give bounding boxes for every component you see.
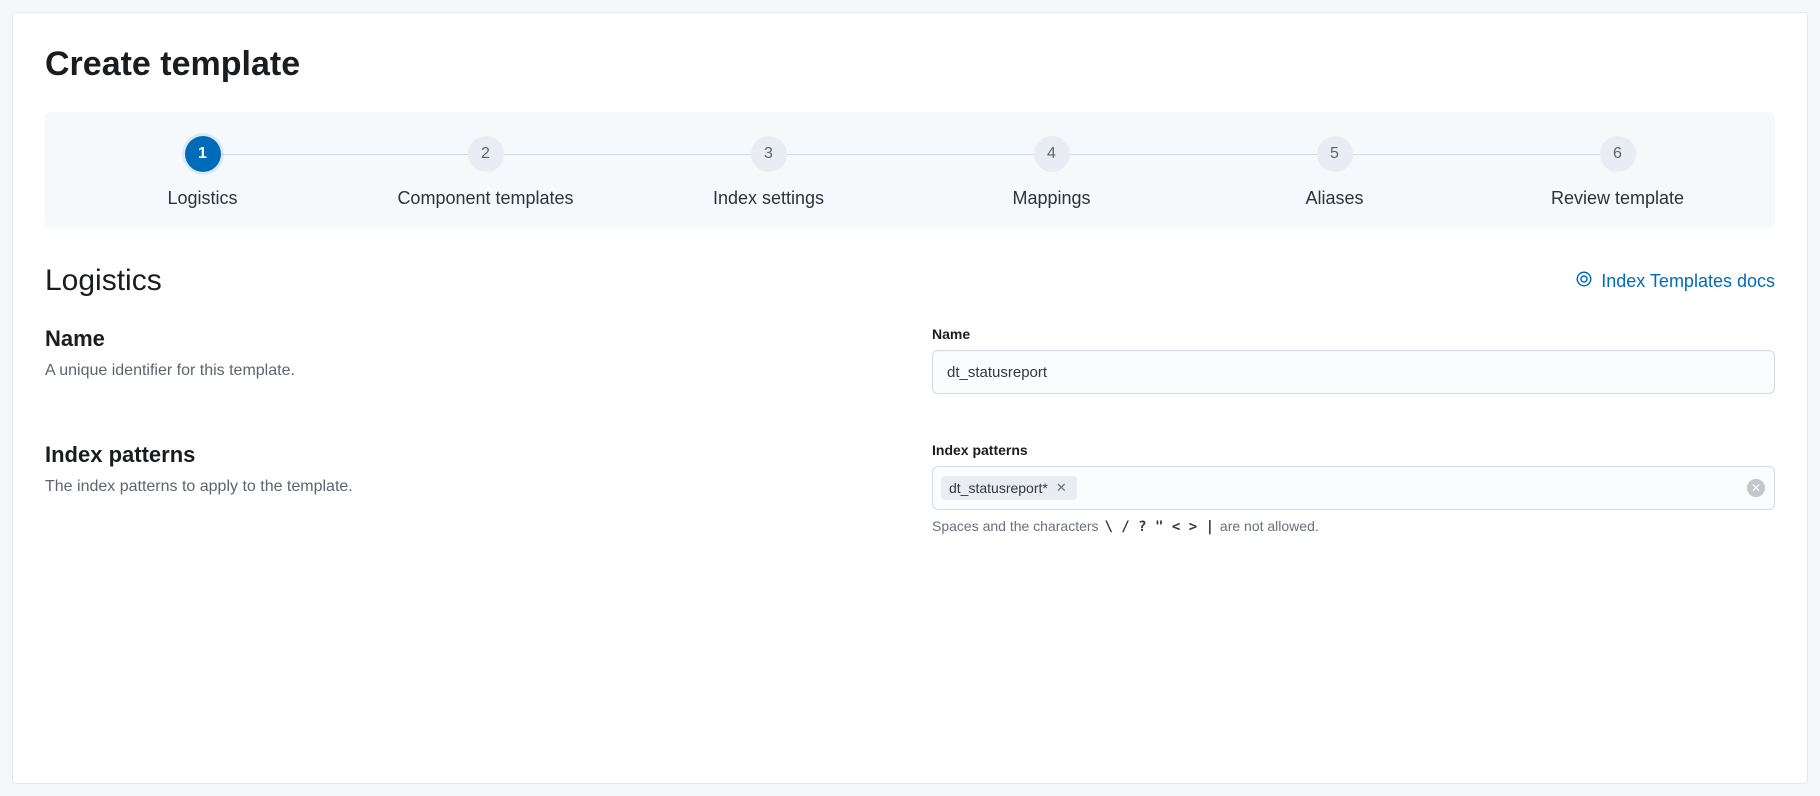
step-logistics[interactable]: 1 Logistics [61,136,344,210]
step-label: Component templates [389,186,581,210]
name-heading: Name [45,326,888,352]
index-patterns-heading: Index patterns [45,442,888,468]
docs-link[interactable]: Index Templates docs [1575,270,1775,293]
step-label: Logistics [159,186,245,210]
step-label: Aliases [1297,186,1371,210]
pill-text: dt_statusreport* [949,480,1048,496]
page-container: Create template 1 Logistics 2 Component … [12,12,1808,784]
name-label: Name [932,326,1775,342]
step-aliases[interactable]: 5 Aliases [1193,136,1476,210]
section-title: Logistics [45,264,162,298]
step-label: Index settings [705,186,832,210]
helper-chars: \ / ? " < > | [1102,519,1216,535]
index-patterns-input[interactable]: dt_statusreport* ✕ [932,466,1775,510]
form-row-index-patterns: Index patterns The index patterns to app… [45,442,1775,535]
remove-pill-icon[interactable]: ✕ [1054,480,1069,496]
index-patterns-helper: Spaces and the characters \ / ? " < > | … [932,518,1775,535]
form-row-name: Name A unique identifier for this templa… [45,326,1775,394]
step-number: 6 [1600,136,1636,172]
docs-link-label: Index Templates docs [1601,271,1775,292]
clear-all-icon[interactable]: ✕ [1747,479,1765,497]
index-patterns-label: Index patterns [932,442,1775,458]
name-description: A unique identifier for this template. [45,362,888,380]
page-title: Create template [45,45,1775,84]
step-mappings[interactable]: 4 Mappings [910,136,1193,210]
step-number: 3 [751,136,787,172]
helper-prefix: Spaces and the characters [932,518,1102,534]
step-number: 2 [468,136,504,172]
step-label: Review template [1543,186,1692,210]
wizard-stepper: 1 Logistics 2 Component templates 3 Inde… [45,112,1775,228]
help-icon [1575,270,1593,293]
index-pattern-pill: dt_statusreport* ✕ [941,476,1077,500]
step-number: 4 [1034,136,1070,172]
step-component-templates[interactable]: 2 Component templates [344,136,627,210]
section-header: Logistics Index Templates docs [45,264,1775,298]
step-index-settings[interactable]: 3 Index settings [627,136,910,210]
step-label: Mappings [1004,186,1098,210]
step-number: 5 [1317,136,1353,172]
step-number: 1 [185,136,221,172]
index-patterns-description: The index patterns to apply to the templ… [45,478,888,496]
helper-suffix: are not allowed. [1216,518,1319,534]
step-review-template[interactable]: 6 Review template [1476,136,1759,210]
name-input[interactable] [932,350,1775,394]
